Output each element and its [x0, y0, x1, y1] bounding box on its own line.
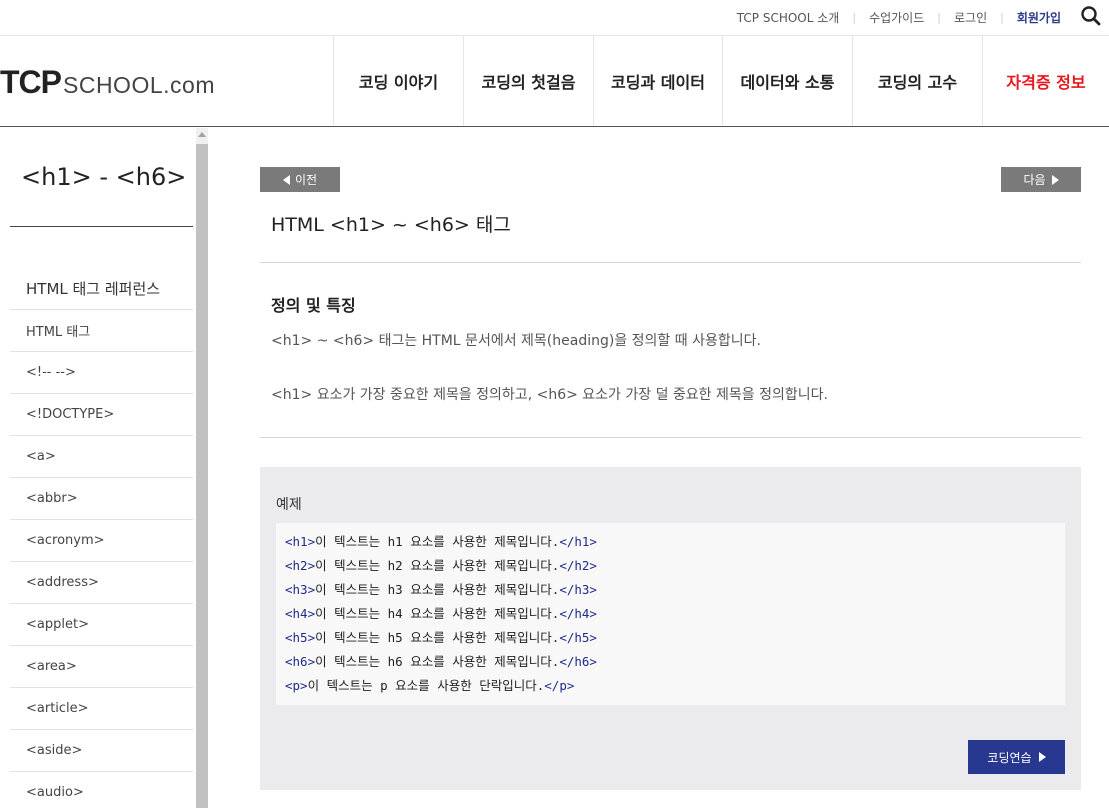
- description-paragraph: <h1> 요소가 가장 중요한 제목을 정의하고, <h6> 요소가 가장 덜 …: [271, 387, 828, 403]
- site-logo[interactable]: TCP SCHOOL.com: [0, 64, 215, 101]
- code-text: 이 텍스트는 h3 요소를 사용한 제목입니다.: [315, 582, 560, 597]
- code-text: 이 텍스트는 h4 요소를 사용한 제목입니다.: [315, 606, 560, 621]
- code-line: <h3>이 텍스트는 h3 요소를 사용한 제목입니다.</h3>: [285, 581, 1065, 605]
- logo-tcp: TCP: [0, 64, 62, 100]
- scroll-up-icon[interactable]: [198, 132, 206, 137]
- code-text: 이 텍스트는 h6 요소를 사용한 제목입니다.: [315, 654, 560, 669]
- search-icon[interactable]: [1079, 4, 1103, 28]
- code-open-tag: <h2>: [285, 558, 316, 573]
- util-link-login[interactable]: 로그인: [954, 9, 987, 26]
- nav-item-certification[interactable]: 자격증 정보: [982, 36, 1109, 126]
- code-line: <h6>이 텍스트는 h6 요소를 사용한 제목입니다.</h6>: [285, 653, 1065, 677]
- sidebar-item-address[interactable]: <address>: [10, 562, 193, 604]
- nav-item-coding-story[interactable]: 코딩 이야기: [333, 36, 463, 126]
- code-text: 이 텍스트는 p 요소를 사용한 단락입니다.: [307, 678, 545, 693]
- code-close-tag: </p>: [544, 678, 575, 693]
- code-close-tag: </h3>: [559, 582, 597, 597]
- code-close-tag: </h1>: [559, 534, 597, 549]
- code-block: <h1>이 텍스트는 h1 요소를 사용한 제목입니다.</h1> <h2>이 …: [276, 523, 1065, 705]
- next-label: 다음: [1023, 173, 1046, 187]
- code-open-tag: <h5>: [285, 630, 316, 645]
- util-link-about[interactable]: TCP SCHOOL 소개: [737, 9, 840, 26]
- sidebar-item-acronym[interactable]: <acronym>: [10, 520, 193, 562]
- code-open-tag: <p>: [285, 678, 308, 693]
- code-line: <p>이 텍스트는 p 요소를 사용한 단락입니다.</p>: [285, 677, 1065, 701]
- sidebar-item-area[interactable]: <area>: [10, 646, 193, 688]
- divider: [260, 262, 1081, 263]
- arrow-right-icon: [1038, 752, 1046, 762]
- main-nav: 코딩 이야기 코딩의 첫걸음 코딩과 데이터 데이터와 소통 코딩의 고수 자격…: [333, 36, 1109, 126]
- code-open-tag: <h3>: [285, 582, 316, 597]
- utility-links: TCP SCHOOL 소개 | 수업가이드 | 로그인 | 회원가입: [737, 9, 1061, 26]
- code-close-tag: </h2>: [559, 558, 597, 573]
- code-line: <h5>이 텍스트는 h5 요소를 사용한 제목입니다.</h5>: [285, 629, 1065, 653]
- sidebar-item-reference[interactable]: HTML 태그 레퍼런스: [10, 268, 193, 310]
- code-text: 이 텍스트는 h5 요소를 사용한 제목입니다.: [315, 630, 560, 645]
- page-title: HTML <h1> ~ <h6> 태그: [271, 214, 511, 236]
- sidebar-item-article[interactable]: <article>: [10, 688, 193, 730]
- util-link-guide[interactable]: 수업가이드: [869, 9, 924, 26]
- sidebar-item-html-tag[interactable]: HTML 태그: [10, 310, 193, 352]
- sidebar-item-audio[interactable]: <audio>: [10, 772, 193, 808]
- code-line: <h1>이 텍스트는 h1 요소를 사용한 제목입니다.</h1>: [285, 533, 1065, 557]
- sidebar-list: HTML 태그 레퍼런스 HTML 태그 <!-- --> <!DOCTYPE>…: [10, 268, 193, 808]
- next-button[interactable]: 다음: [1001, 167, 1081, 192]
- code-close-tag: </h6>: [559, 654, 597, 669]
- code-line: <h4>이 텍스트는 h4 요소를 사용한 제목입니다.</h4>: [285, 605, 1065, 629]
- example-box: 예제 <h1>이 텍스트는 h1 요소를 사용한 제목입니다.</h1> <h2…: [260, 467, 1081, 790]
- sidebar-item-abbr[interactable]: <abbr>: [10, 478, 193, 520]
- arrow-right-icon: [1051, 174, 1059, 185]
- divider: |: [937, 11, 941, 24]
- sidebar-item-comment[interactable]: <!-- -->: [10, 352, 193, 394]
- code-text: 이 텍스트는 h2 요소를 사용한 제목입니다.: [315, 558, 560, 573]
- sidebar: <h1> - <h6> HTML 태그 레퍼런스 HTML 태그 <!-- --…: [0, 128, 193, 808]
- prev-button[interactable]: 이전: [260, 167, 340, 192]
- practice-label: 코딩연습: [987, 750, 1032, 765]
- example-label: 예제: [276, 497, 302, 513]
- sidebar-scrollbar[interactable]: [196, 128, 208, 808]
- sidebar-item-aside[interactable]: <aside>: [10, 730, 193, 772]
- utility-bar: TCP SCHOOL 소개 | 수업가이드 | 로그인 | 회원가입: [0, 0, 1109, 36]
- code-close-tag: </h5>: [559, 630, 597, 645]
- nav-item-coding-data[interactable]: 코딩과 데이터: [593, 36, 722, 126]
- code-open-tag: <h1>: [285, 534, 316, 549]
- code-open-tag: <h4>: [285, 606, 316, 621]
- site-header: TCP SCHOOL.com 코딩 이야기 코딩의 첫걸음 코딩과 데이터 데이…: [0, 36, 1109, 127]
- description-paragraph: <h1> ~ <h6> 태그는 HTML 문서에서 제목(heading)을 정…: [271, 333, 761, 349]
- arrow-left-icon: [282, 174, 290, 185]
- coding-practice-button[interactable]: 코딩연습: [968, 740, 1065, 774]
- code-close-tag: </h4>: [559, 606, 597, 621]
- sidebar-item-doctype[interactable]: <!DOCTYPE>: [10, 394, 193, 436]
- divider: [260, 437, 1081, 438]
- divider: |: [1000, 11, 1004, 24]
- scrollbar-thumb[interactable]: [196, 144, 208, 808]
- util-link-signup[interactable]: 회원가입: [1017, 9, 1061, 26]
- logo-school: SCHOOL.com: [63, 72, 215, 98]
- divider: |: [852, 11, 857, 24]
- sidebar-item-a[interactable]: <a>: [10, 436, 193, 478]
- divider: [10, 226, 193, 227]
- code-text: 이 텍스트는 h1 요소를 사용한 제목입니다.: [315, 534, 560, 549]
- prev-label: 이전: [294, 173, 318, 187]
- sidebar-item-applet[interactable]: <applet>: [10, 604, 193, 646]
- code-open-tag: <h6>: [285, 654, 316, 669]
- section-title: 정의 및 특징: [271, 296, 356, 315]
- sidebar-title: <h1> - <h6>: [21, 163, 187, 191]
- nav-item-coding-master[interactable]: 코딩의 고수: [852, 36, 982, 126]
- nav-item-data-comm[interactable]: 데이터와 소통: [722, 36, 852, 126]
- code-line: <h2>이 텍스트는 h2 요소를 사용한 제목입니다.</h2>: [285, 557, 1065, 581]
- nav-item-first-steps[interactable]: 코딩의 첫걸음: [463, 36, 593, 126]
